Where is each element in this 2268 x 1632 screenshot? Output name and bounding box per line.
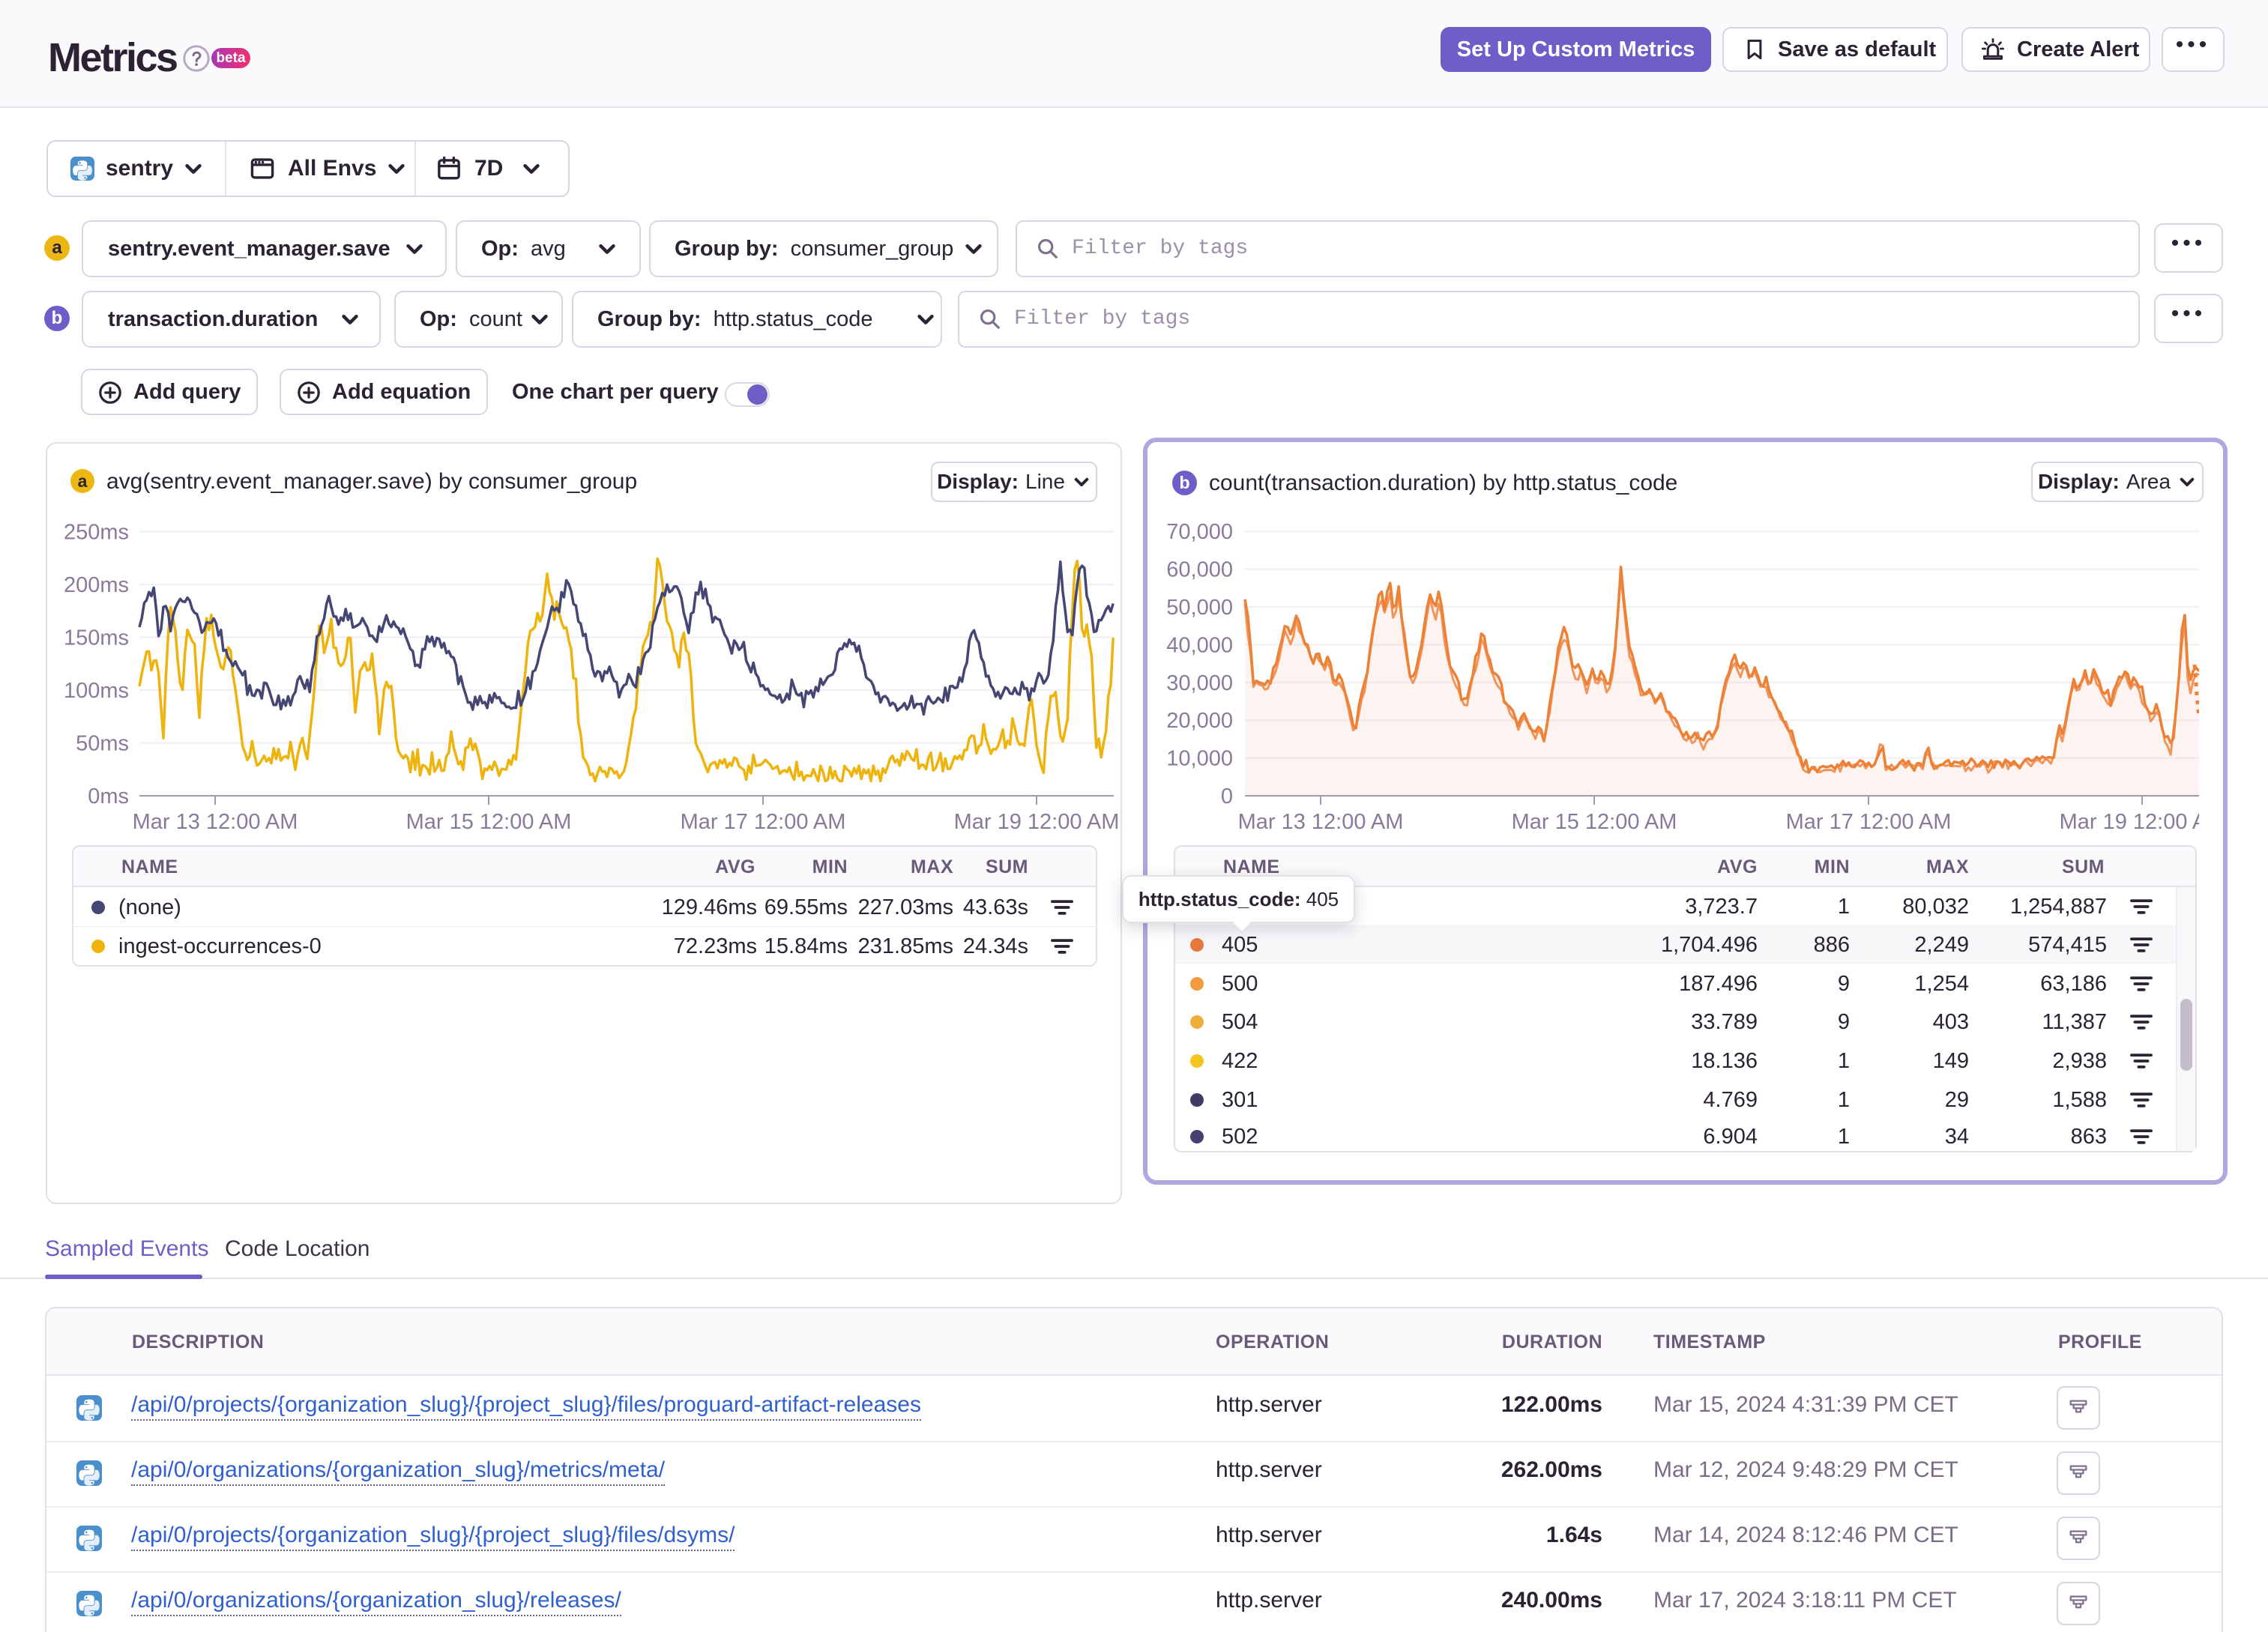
svg-text:Mar 19 12:00 AM: Mar 19 12:00 AM [2060, 810, 2199, 834]
svg-text:50ms: 50ms [76, 732, 129, 756]
svg-text:50,000: 50,000 [1166, 596, 1233, 620]
svg-text:200ms: 200ms [64, 573, 129, 597]
svg-text:Mar 15 12:00 AM: Mar 15 12:00 AM [1512, 810, 1677, 834]
svg-text:Mar 19 12:00 AM: Mar 19 12:00 AM [954, 810, 1120, 834]
svg-text:10,000: 10,000 [1166, 747, 1233, 771]
svg-text:Mar 13 12:00 AM: Mar 13 12:00 AM [1238, 810, 1404, 834]
svg-text:Mar 17 12:00 AM: Mar 17 12:00 AM [681, 810, 846, 834]
svg-text:40,000: 40,000 [1166, 633, 1233, 657]
svg-text:Mar 17 12:00 AM: Mar 17 12:00 AM [1786, 810, 1952, 834]
svg-text:Mar 15 12:00 AM: Mar 15 12:00 AM [406, 810, 572, 834]
svg-text:0: 0 [1221, 785, 1233, 809]
svg-text:20,000: 20,000 [1166, 709, 1233, 733]
svg-text:30,000: 30,000 [1166, 671, 1233, 695]
svg-text:150ms: 150ms [64, 626, 129, 650]
svg-text:0ms: 0ms [88, 785, 129, 809]
svg-text:100ms: 100ms [64, 679, 129, 703]
svg-text:Mar 13 12:00 AM: Mar 13 12:00 AM [133, 810, 298, 834]
svg-text:250ms: 250ms [64, 521, 129, 545]
svg-text:70,000: 70,000 [1166, 520, 1233, 544]
svg-text:60,000: 60,000 [1166, 558, 1233, 582]
